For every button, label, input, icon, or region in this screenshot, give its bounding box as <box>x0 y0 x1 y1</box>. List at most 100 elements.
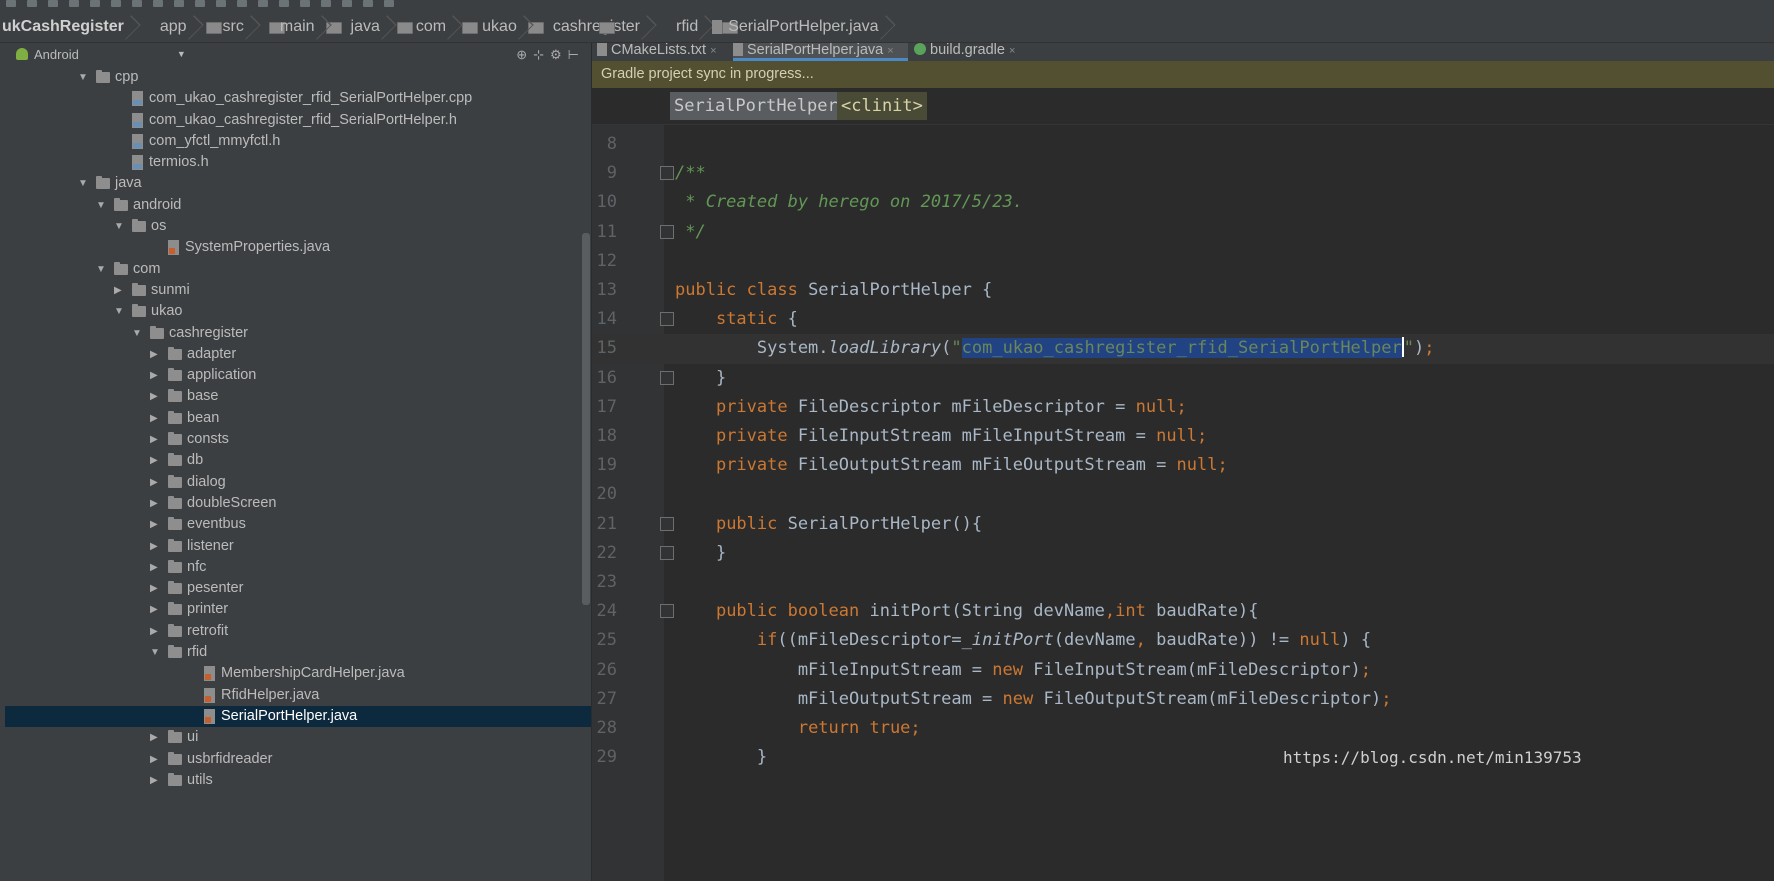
expanded-arrow-icon[interactable]: ▼ <box>78 67 90 88</box>
tree-item[interactable]: RfidHelper.java <box>5 685 591 706</box>
tab-build-gradle[interactable]: build.gradle × <box>914 43 1032 61</box>
sync-icon[interactable] <box>27 0 37 7</box>
expanded-arrow-icon[interactable]: ▼ <box>96 195 108 216</box>
fold-marker-icon[interactable] <box>660 516 674 531</box>
tree-item[interactable]: ▼ os <box>5 216 591 237</box>
tree-item[interactable]: ▶ doubleScreen <box>5 493 591 514</box>
code-line[interactable]: 14 static { <box>592 305 1774 334</box>
tree-item[interactable]: com_ukao_cashregister_rfid_SerialPortHel… <box>5 110 591 131</box>
cut-icon[interactable] <box>90 0 100 7</box>
code-line[interactable]: 13 public class SerialPortHelper { <box>592 276 1774 305</box>
code-line[interactable]: 18 private FileInputStream mFileInputStr… <box>592 422 1774 451</box>
replace-icon[interactable] <box>174 0 184 7</box>
tree-item[interactable]: ▶ sunmi <box>5 280 591 301</box>
build-icon[interactable] <box>237 0 247 7</box>
collapsed-arrow-icon[interactable]: ▶ <box>150 727 162 748</box>
tree-item[interactable]: SerialPortHelper.java <box>5 705 591 728</box>
tree-item[interactable]: ▶ listener <box>5 536 591 557</box>
code-line[interactable]: 11 */ <box>592 218 1774 247</box>
fold-marker-icon[interactable] <box>660 224 674 239</box>
code-line[interactable]: 17 private FileDescriptor mFileDescripto… <box>592 393 1774 422</box>
breadcrumb-item[interactable]: cashregister <box>525 18 648 36</box>
tree-item[interactable]: ▶ nfc <box>5 557 591 578</box>
expanded-arrow-icon[interactable]: ▼ <box>78 173 90 194</box>
fold-marker-icon[interactable] <box>660 545 674 560</box>
help-icon[interactable] <box>384 0 394 7</box>
expanded-arrow-icon[interactable]: ▼ <box>150 642 162 663</box>
fold-marker-icon[interactable] <box>660 370 674 385</box>
collapsed-arrow-icon[interactable]: ▶ <box>150 344 162 365</box>
tab-cmakelists-txt[interactable]: CMakeLists.txt × <box>597 43 729 61</box>
fold-marker-icon[interactable] <box>660 166 674 181</box>
project-view-selector[interactable]: Android ▼ ⊕⊹⚙⊢ <box>0 43 591 65</box>
tree-item[interactable]: ▶ db <box>5 450 591 471</box>
collapsed-arrow-icon[interactable]: ▶ <box>150 365 162 386</box>
tree-item[interactable]: ▶ base <box>5 386 591 407</box>
tree-item[interactable]: ▶ application <box>5 365 591 386</box>
code-line[interactable]: 24 public boolean initPort(String devNam… <box>592 597 1774 626</box>
code-line[interactable]: 8 <box>592 130 1774 159</box>
close-icon[interactable]: × <box>887 45 893 57</box>
tree-item[interactable]: ▼ cpp <box>5 67 591 88</box>
code-line[interactable]: 9 /** <box>592 159 1774 188</box>
tree-item[interactable]: ▼ ukao <box>5 301 591 322</box>
tree-item[interactable]: ▶ consts <box>5 429 591 450</box>
breadcrumb-item[interactable]: SerialPortHelper.java <box>706 18 886 36</box>
code-line[interactable]: 12 <box>592 247 1774 276</box>
code-line[interactable]: 28 return true; <box>592 714 1774 743</box>
collapsed-arrow-icon[interactable]: ▶ <box>150 493 162 514</box>
code-line[interactable]: 27 mFileOutputStream = new FileOutputStr… <box>592 685 1774 714</box>
tree-item[interactable]: ▼ android <box>5 195 591 216</box>
breadcrumb-item[interactable]: ukCashRegister <box>0 18 132 36</box>
breadcrumb-item[interactable]: app <box>132 18 222 36</box>
breadcrumb-item[interactable]: com <box>388 18 478 36</box>
breadcrumb-item[interactable]: rfid <box>648 18 738 36</box>
save-icon[interactable] <box>6 0 16 7</box>
scope-class[interactable]: SerialPortHelper <box>670 92 842 120</box>
copy-icon[interactable] <box>111 0 121 7</box>
debug-icon[interactable] <box>300 0 310 7</box>
collapsed-arrow-icon[interactable]: ▶ <box>150 749 162 770</box>
tree-item[interactable]: ▶ eventbus <box>5 514 591 535</box>
collapsed-arrow-icon[interactable]: ▶ <box>150 429 162 450</box>
redo-icon[interactable] <box>69 0 79 7</box>
tree-item[interactable]: termios.h <box>5 152 591 173</box>
collapsed-arrow-icon[interactable]: ▶ <box>150 408 162 429</box>
collapsed-arrow-icon[interactable]: ▶ <box>150 536 162 557</box>
tree-item[interactable]: ▶ usbrfidreader <box>5 749 591 770</box>
paste-icon[interactable] <box>132 0 142 7</box>
collapsed-arrow-icon[interactable]: ▶ <box>150 450 162 471</box>
close-icon[interactable]: × <box>1009 45 1015 57</box>
tree-item[interactable]: ▶ dialog <box>5 472 591 493</box>
tree-item[interactable]: ▶ bean <box>5 408 591 429</box>
undo-icon[interactable] <box>48 0 58 7</box>
tree-item[interactable]: SystemProperties.java <box>5 237 591 258</box>
run-config-icon[interactable] <box>258 0 268 7</box>
expanded-arrow-icon[interactable]: ▼ <box>96 259 108 280</box>
code-line[interactable]: 25 if((mFileDescriptor=_initPort(devName… <box>592 626 1774 655</box>
fold-marker-icon[interactable] <box>660 604 674 619</box>
tree-item[interactable]: ▶ printer <box>5 599 591 620</box>
collapsed-arrow-icon[interactable]: ▶ <box>150 557 162 578</box>
tree-item[interactable]: com_yfctl_mmyfctl.h <box>5 131 591 152</box>
tree-item[interactable]: ▶ pesenter <box>5 578 591 599</box>
collapsed-arrow-icon[interactable]: ▶ <box>150 472 162 493</box>
code-line[interactable]: 15 System.loadLibrary("com_ukao_cashregi… <box>592 334 1774 364</box>
tree-item[interactable]: ▶ utils <box>5 770 591 791</box>
collapsed-arrow-icon[interactable]: ▶ <box>150 621 162 642</box>
back-icon[interactable] <box>195 0 205 7</box>
collapsed-arrow-icon[interactable]: ▶ <box>150 599 162 620</box>
code-line[interactable]: 10 * Created by herego on 2017/5/23. <box>592 188 1774 217</box>
collapsed-arrow-icon[interactable]: ▶ <box>150 386 162 407</box>
code-line[interactable]: 22 } <box>592 539 1774 568</box>
breadcrumb-item[interactable]: src <box>195 18 285 36</box>
scope-member[interactable]: <clinit> <box>837 92 927 120</box>
stop-icon[interactable] <box>321 0 331 7</box>
code-line[interactable]: 23 <box>592 568 1774 597</box>
avd-manager-icon[interactable] <box>363 0 373 7</box>
collapsed-arrow-icon[interactable]: ▶ <box>114 280 126 301</box>
sdk-manager-icon[interactable] <box>342 0 352 7</box>
code-line[interactable]: 29 } <box>592 743 1774 772</box>
collapsed-arrow-icon[interactable]: ▶ <box>150 578 162 599</box>
tree-scrollbar[interactable] <box>582 233 590 605</box>
